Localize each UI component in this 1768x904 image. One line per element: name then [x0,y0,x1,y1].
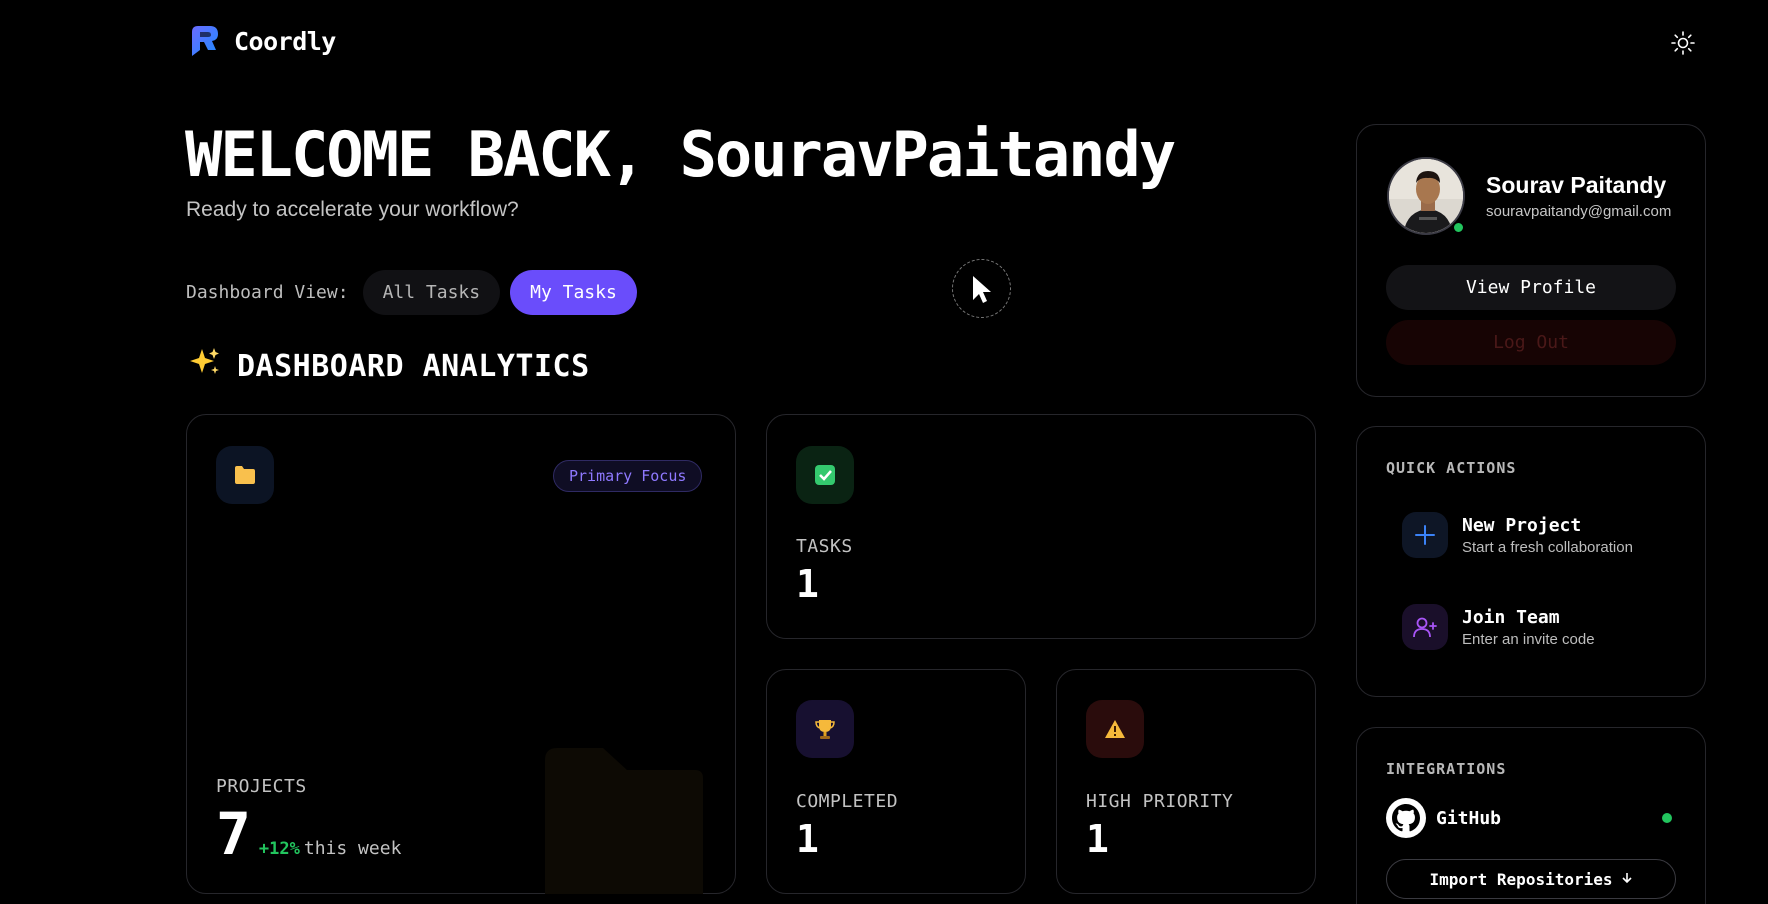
github-icon [1386,798,1426,838]
check-icon [796,446,854,504]
projects-value-row: 7 +12% this week [216,804,401,864]
dashboard-view-label: Dashboard View: [186,282,349,303]
coordly-logo-icon [186,22,224,60]
cursor-indicator [952,259,1011,318]
page-title: WELCOME BACK, SouravPaitandy [185,118,1176,191]
projects-change-suffix: this week [303,838,402,859]
high-priority-value: 1 [1086,817,1109,861]
join-team-title: Join Team [1462,606,1560,628]
new-project-action[interactable]: New Project Start a fresh collaboration [1402,512,1633,558]
completed-value: 1 [796,817,819,861]
analytics-section-title: DASHBOARD ANALYTICS [189,346,590,386]
user-plus-icon [1402,604,1448,650]
projects-change: +12% [258,839,300,859]
join-team-subtitle: Enter an invite code [1462,630,1595,648]
github-connected-indicator [1662,813,1672,823]
projects-label: PROJECTS [216,776,307,797]
import-repositories-label: Import Repositories [1429,869,1613,889]
app-name: Coordly [234,26,336,56]
high-priority-label: HIGH PRIORITY [1086,791,1234,812]
integrations-heading: INTEGRATIONS [1386,760,1507,778]
pointer-icon [973,276,991,303]
projects-value: 7 [216,800,251,868]
analytics-title-text: DASHBOARD ANALYTICS [237,348,590,384]
trophy-icon [796,700,854,758]
folder-watermark-icon [545,748,705,898]
new-project-title: New Project [1462,514,1582,536]
theme-toggle-button[interactable] [1670,30,1696,56]
my-tasks-tab[interactable]: My Tasks [510,270,637,315]
plus-icon [1402,512,1448,558]
quick-actions-heading: QUICK ACTIONS [1386,459,1517,477]
dashboard-view-toggle: Dashboard View: All Tasks My Tasks [186,270,637,315]
tasks-card[interactable] [766,414,1316,639]
profile-name: Sourav Paitandy [1486,172,1667,198]
github-name: GitHub [1436,807,1502,829]
online-status-indicator [1452,221,1465,234]
download-icon [1621,873,1632,884]
warning-icon [1086,700,1144,758]
folder-icon [216,446,274,504]
all-tasks-tab[interactable]: All Tasks [362,270,501,315]
page-subtitle: Ready to accelerate your workflow? [186,198,519,221]
import-repositories-button[interactable]: Import Repositories [1386,859,1676,899]
primary-focus-badge: Primary Focus [553,460,703,492]
profile-email: souravpaitandy@gmail.com [1486,203,1672,220]
new-project-subtitle: Start a fresh collaboration [1462,538,1633,556]
tasks-label: TASKS [796,536,853,557]
view-profile-button[interactable]: View Profile [1386,265,1676,310]
completed-label: COMPLETED [796,791,899,812]
sun-icon [1671,31,1695,55]
tasks-value: 1 [796,562,819,606]
join-team-action[interactable]: Join Team Enter an invite code [1402,604,1595,650]
app-logo[interactable]: Coordly [186,22,336,60]
github-integration[interactable]: GitHub [1386,798,1676,838]
log-out-button[interactable]: Log Out [1386,320,1676,365]
sparkles-icon [189,346,221,386]
